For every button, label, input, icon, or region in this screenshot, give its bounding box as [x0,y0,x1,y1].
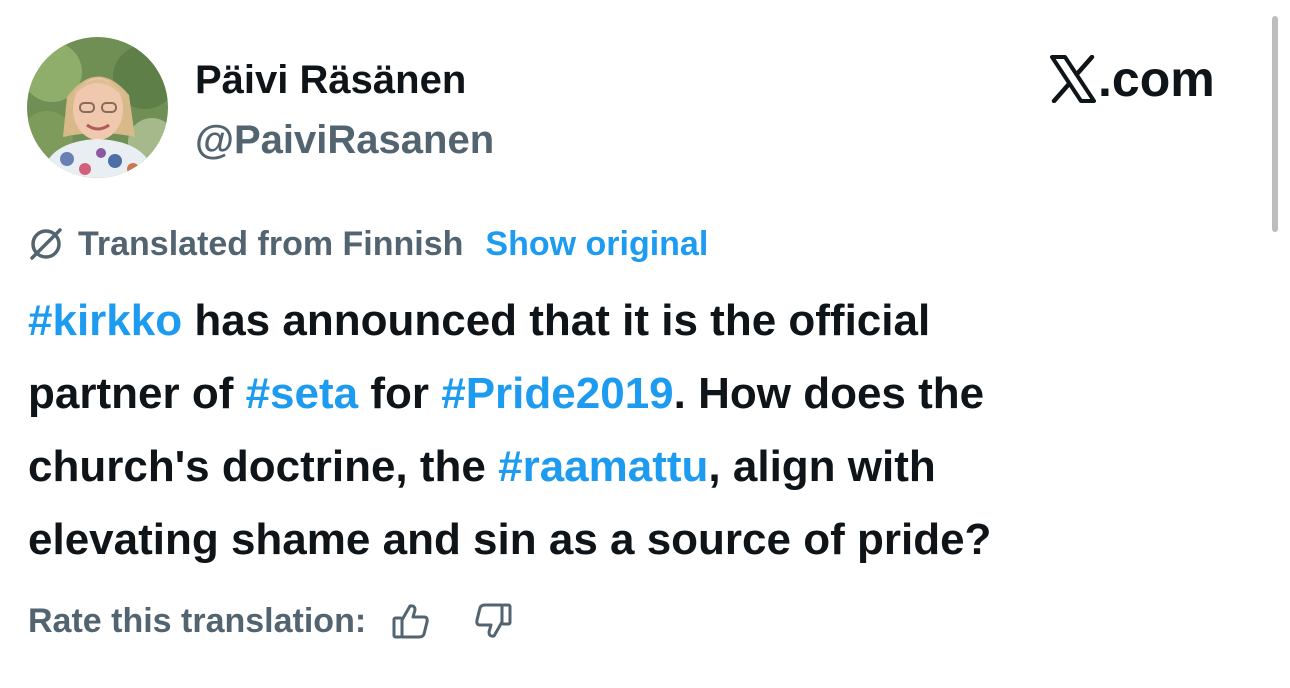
tweet-fragment[interactable]: #Pride2019 [441,369,673,418]
tweet-fragment: for [358,369,442,418]
tweet-fragment[interactable]: #seta [246,369,359,418]
rate-translation-bar: Rate this translation: [28,596,516,646]
tweet-line: partner of #seta for #Pride2019. How doe… [28,357,1268,430]
tweet-fragment: , align with [708,442,936,491]
tweet-line: #kirkko has announced that it is the off… [28,284,1268,357]
brand-logo: .com [1050,52,1215,106]
brand-domain: .com [1098,51,1215,107]
avatar[interactable] [27,37,168,178]
translation-notice: Translated from Finnish Show original [28,222,708,266]
tweet-fragment: elevating shame and sin as a source of p… [28,515,992,564]
show-original-link[interactable]: Show original [485,225,708,264]
thumbs-up-button[interactable] [388,598,434,644]
tweet-text: #kirkko has announced that it is the off… [28,284,1268,576]
avatar-photo [27,37,168,178]
tweet-fragment[interactable]: #kirkko [28,296,182,345]
translate-globe-icon [30,228,62,260]
tweet-fragment: church's doctrine, the [28,442,499,491]
thumbs-down-button[interactable] [470,598,516,644]
tweet-fragment[interactable]: #raamattu [498,442,708,491]
author-handle[interactable]: @PaiviRasanen [195,116,494,164]
x-logo-icon [1050,55,1096,103]
thumbs-down-icon [475,603,512,638]
tweet-fragment: has announced that it is the official [182,296,931,345]
tweet-fragment: partner of [28,369,246,418]
rate-translation-label: Rate this translation: [28,601,367,640]
scrollbar[interactable] [1272,16,1278,232]
tweet-line: church's doctrine, the #raamattu, align … [28,430,1268,503]
thumbs-up-icon [392,604,429,639]
tweet-line: elevating shame and sin as a source of p… [28,503,1268,576]
translated-from-label: Translated from Finnish [78,224,464,263]
tweet-fragment: . How does the [673,369,985,418]
author-display-name[interactable]: Päivi Räsänen [195,56,466,104]
